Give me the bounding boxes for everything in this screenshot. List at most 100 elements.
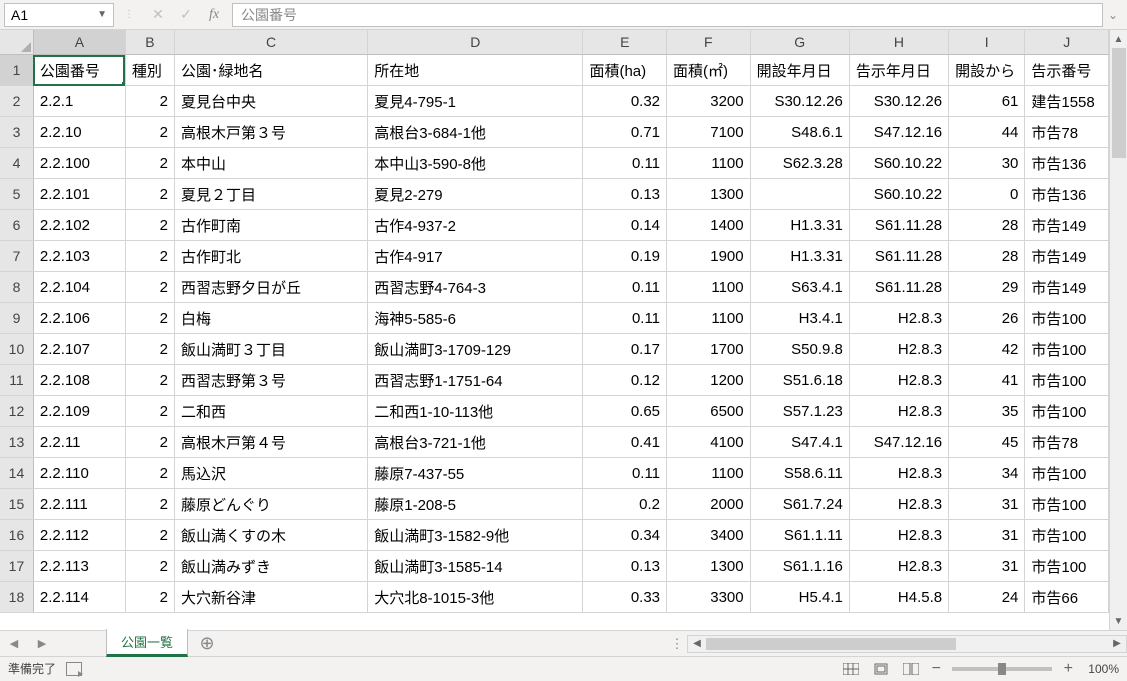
row-header[interactable]: 4: [0, 148, 33, 179]
horizontal-scroll-thumb[interactable]: [706, 638, 956, 650]
row-header[interactable]: 1: [0, 55, 33, 86]
cell[interactable]: 高根木戸第３号: [174, 117, 367, 148]
cell[interactable]: 1900: [667, 241, 751, 272]
row-header[interactable]: 14: [0, 458, 33, 489]
cell[interactable]: 28: [949, 241, 1025, 272]
cell[interactable]: 大穴北8-1015-3他: [368, 582, 583, 613]
cell[interactable]: 西習志野第３号: [174, 365, 367, 396]
cell[interactable]: 西習志野4-764-3: [368, 272, 583, 303]
row-header[interactable]: 13: [0, 427, 33, 458]
cell[interactable]: 0.13: [583, 551, 667, 582]
horizontal-scrollbar[interactable]: ◀ ▶: [687, 635, 1127, 653]
cell[interactable]: 市告100: [1025, 458, 1109, 489]
cell[interactable]: 2: [125, 427, 174, 458]
cell[interactable]: 夏見台中央: [174, 86, 367, 117]
cell[interactable]: 市告100: [1025, 551, 1109, 582]
cell[interactable]: 公園･緑地名: [174, 55, 367, 86]
cell[interactable]: 2.2.104: [33, 272, 125, 303]
insert-function-button[interactable]: fx: [200, 3, 228, 27]
row-header[interactable]: 7: [0, 241, 33, 272]
cell[interactable]: 2.2.10: [33, 117, 125, 148]
cell[interactable]: 市告149: [1025, 241, 1109, 272]
scroll-left-icon[interactable]: ◀: [688, 638, 706, 649]
cell[interactable]: 2.2.100: [33, 148, 125, 179]
cell[interactable]: 飯山満くすの木: [174, 520, 367, 551]
cell[interactable]: 2: [125, 334, 174, 365]
row-header[interactable]: 5: [0, 179, 33, 210]
cell[interactable]: 二和西1-10-113他: [368, 396, 583, 427]
cell[interactable]: 2: [125, 148, 174, 179]
cell[interactable]: S58.6.11: [750, 458, 849, 489]
cell[interactable]: H2.8.3: [849, 303, 948, 334]
cell[interactable]: 2: [125, 458, 174, 489]
cell[interactable]: 高根台3-721-1他: [368, 427, 583, 458]
column-header[interactable]: A: [33, 30, 125, 55]
cell[interactable]: 高根木戸第４号: [174, 427, 367, 458]
hscroll-split-icon[interactable]: ⋮: [667, 636, 687, 652]
cell[interactable]: 飯山満町３丁目: [174, 334, 367, 365]
cell[interactable]: S61.7.24: [750, 489, 849, 520]
cell[interactable]: 0.33: [583, 582, 667, 613]
vertical-scrollbar[interactable]: ▲ ▼: [1109, 30, 1127, 630]
cell[interactable]: H2.8.3: [849, 396, 948, 427]
cell[interactable]: S30.12.26: [750, 86, 849, 117]
cell[interactable]: S61.11.28: [849, 210, 948, 241]
cell[interactable]: 0.11: [583, 303, 667, 334]
cell[interactable]: 6500: [667, 396, 751, 427]
column-header[interactable]: J: [1025, 30, 1109, 55]
name-box-dropdown-icon[interactable]: ▼: [97, 9, 107, 20]
cell[interactable]: 0.17: [583, 334, 667, 365]
cell[interactable]: 藤原どんぐり: [174, 489, 367, 520]
formula-input[interactable]: 公園番号: [232, 3, 1103, 27]
cell[interactable]: 1100: [667, 458, 751, 489]
cells-table[interactable]: ABCDEFGHIJ 1公園番号種別公園･緑地名所在地面積(ha)面積(㎡)開設…: [0, 30, 1109, 613]
expand-formula-bar-icon[interactable]: ⌄: [1103, 8, 1123, 22]
macro-record-icon[interactable]: [66, 662, 82, 676]
cell[interactable]: 市告66: [1025, 582, 1109, 613]
cell[interactable]: 2: [125, 241, 174, 272]
cell[interactable]: 1400: [667, 210, 751, 241]
cell[interactable]: 市告78: [1025, 427, 1109, 458]
cell[interactable]: 26: [949, 303, 1025, 334]
cell[interactable]: 古作4-937-2: [368, 210, 583, 241]
cell[interactable]: H1.3.31: [750, 210, 849, 241]
cell[interactable]: 2.2.111: [33, 489, 125, 520]
cell[interactable]: 2.2.108: [33, 365, 125, 396]
row-header[interactable]: 6: [0, 210, 33, 241]
cell[interactable]: S63.4.1: [750, 272, 849, 303]
cell[interactable]: 28: [949, 210, 1025, 241]
cell[interactable]: 告示年月日: [849, 55, 948, 86]
cell[interactable]: 2: [125, 489, 174, 520]
scroll-up-icon[interactable]: ▲: [1110, 30, 1127, 48]
cell[interactable]: 0.32: [583, 86, 667, 117]
cell[interactable]: 61: [949, 86, 1025, 117]
cell[interactable]: 2: [125, 551, 174, 582]
column-header[interactable]: G: [750, 30, 849, 55]
cell[interactable]: S50.9.8: [750, 334, 849, 365]
cell[interactable]: H2.8.3: [849, 334, 948, 365]
name-box[interactable]: A1 ▼: [4, 3, 114, 27]
cell[interactable]: 2.2.11: [33, 427, 125, 458]
cell[interactable]: 0.11: [583, 148, 667, 179]
cell[interactable]: H2.8.3: [849, 551, 948, 582]
cell[interactable]: 42: [949, 334, 1025, 365]
cell[interactable]: 1700: [667, 334, 751, 365]
cell[interactable]: 0: [949, 179, 1025, 210]
cell[interactable]: S60.10.22: [849, 148, 948, 179]
cell[interactable]: 藤原7-437-55: [368, 458, 583, 489]
cell[interactable]: 2.2.101: [33, 179, 125, 210]
cell[interactable]: 市告100: [1025, 303, 1109, 334]
cell[interactable]: 0.19: [583, 241, 667, 272]
cell[interactable]: S48.6.1: [750, 117, 849, 148]
cell[interactable]: 2.2.109: [33, 396, 125, 427]
cell[interactable]: S57.1.23: [750, 396, 849, 427]
cell[interactable]: 藤原1-208-5: [368, 489, 583, 520]
cell[interactable]: 西習志野1-1751-64: [368, 365, 583, 396]
view-normal-button[interactable]: [838, 660, 864, 678]
vertical-scroll-thumb[interactable]: [1112, 48, 1126, 158]
cell[interactable]: S47.12.16: [849, 117, 948, 148]
cell[interactable]: H5.4.1: [750, 582, 849, 613]
row-header[interactable]: 15: [0, 489, 33, 520]
cell[interactable]: S61.11.28: [849, 272, 948, 303]
cell[interactable]: S47.4.1: [750, 427, 849, 458]
